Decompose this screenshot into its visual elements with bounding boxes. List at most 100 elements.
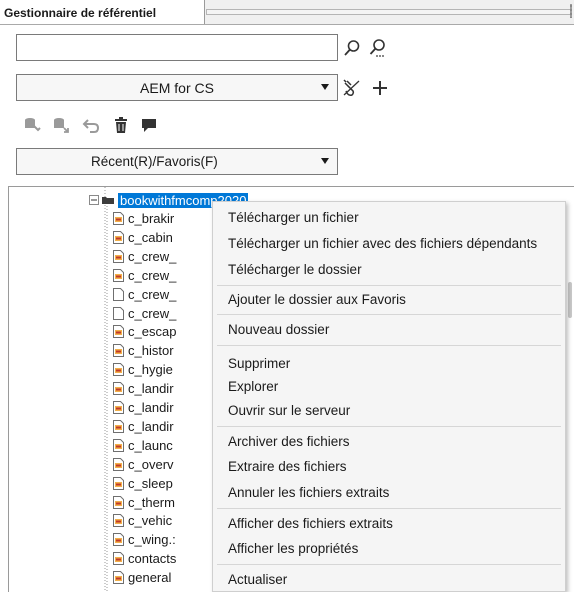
filter-select[interactable]: Récent(R)/Favoris(F): [16, 148, 338, 175]
tree-file-row[interactable]: c_crew_: [113, 267, 176, 283]
comment-button[interactable]: [138, 114, 160, 136]
tree-file-label: c_landir: [128, 399, 174, 415]
ditamap-file-icon: [113, 457, 124, 471]
magnifier-icon: [344, 40, 360, 56]
tree-file-row[interactable]: c_histor: [113, 342, 174, 358]
ditamap-file-icon: [113, 324, 124, 338]
advanced-search-button[interactable]: [367, 37, 389, 59]
menu-item-download-with-dependents[interactable]: Télécharger un fichier avec des fichiers…: [228, 236, 537, 251]
menu-item-open-on-server[interactable]: Ouvrir sur le serveur: [228, 403, 350, 418]
menu-separator: [217, 564, 561, 565]
tree-scrollbar-thumb[interactable]: [568, 282, 572, 318]
ditamap-file-icon: [113, 249, 124, 263]
tree-file-row[interactable]: c_wing.:: [113, 531, 176, 547]
tree-file-label: c_crew_: [128, 267, 177, 283]
tree-file-row[interactable]: c_landir: [113, 399, 174, 415]
tree-file-row[interactable]: c_landir: [113, 380, 174, 396]
chevron-down-icon: [321, 158, 329, 164]
tree-file-label: contacts: [128, 550, 177, 566]
tree-file-row[interactable]: c_crew_: [113, 286, 176, 302]
add-connection-button[interactable]: [369, 77, 391, 99]
tree-file-row[interactable]: c_crew_: [113, 305, 176, 321]
tree-file-row[interactable]: general: [113, 569, 171, 585]
chevron-down-icon: [321, 84, 329, 90]
connection-select-value: AEM for CS: [140, 79, 214, 96]
disconnect-button[interactable]: [341, 77, 363, 99]
tree-file-row[interactable]: c_landir: [113, 418, 174, 434]
menu-item-download-file[interactable]: Télécharger un fichier: [228, 210, 359, 225]
filter-select-value: Récent(R)/Favoris(F): [91, 154, 218, 169]
ditamap-file-icon: [113, 551, 124, 565]
tree-file-label: c_therm: [128, 494, 175, 510]
ditamap-file-icon: [113, 532, 124, 546]
menu-item-cancel-checkout[interactable]: Annuler les fichiers extraits: [228, 485, 389, 500]
menu-item-check-in[interactable]: Archiver des fichiers: [228, 434, 350, 449]
ditamap-file-icon: [113, 400, 124, 414]
ditamap-file-icon: [113, 230, 124, 244]
menu-item-add-to-favorites[interactable]: Ajouter le dossier aux Favoris: [228, 292, 406, 307]
menu-separator: [217, 345, 561, 346]
menu-item-new-folder[interactable]: Nouveau dossier: [228, 322, 329, 337]
tree-file-label: c_landir: [128, 380, 174, 396]
tree-file-label: c_overv: [128, 456, 174, 472]
comment-icon: [142, 119, 156, 132]
menu-item-refresh[interactable]: Actualiser: [228, 572, 287, 587]
tabbar-rule: [206, 9, 572, 15]
tree-file-label: c_sleep: [128, 475, 173, 491]
tree-file-row[interactable]: c_cabin: [113, 229, 173, 245]
tree-file-row[interactable]: contacts: [113, 550, 176, 566]
disconnect-plug-icon: [343, 79, 360, 96]
checkout-button[interactable]: [50, 114, 72, 136]
menu-item-properties[interactable]: Afficher les propriétés: [228, 541, 358, 556]
menu-item-delete[interactable]: Supprimer: [228, 356, 290, 371]
folder-icon: [102, 197, 114, 204]
search-button[interactable]: [341, 37, 363, 59]
ditamap-file-icon: [113, 268, 124, 282]
undo-button[interactable]: [80, 114, 102, 136]
menu-separator: [217, 426, 561, 427]
tree-file-row[interactable]: c_crew_: [113, 248, 176, 264]
ditamap-file-icon: [113, 362, 124, 376]
delete-button[interactable]: [110, 114, 132, 136]
menu-item-explore[interactable]: Explorer: [228, 379, 278, 394]
tree-file-row[interactable]: c_escap: [113, 323, 176, 339]
tree-file-row[interactable]: c_therm: [113, 494, 175, 510]
ditamap-file-icon: [113, 211, 124, 225]
ditamap-file-icon: [113, 343, 124, 357]
tree-file-row[interactable]: c_overv: [113, 456, 174, 472]
tree-file-row[interactable]: c_hygie: [113, 361, 173, 377]
ditamap-file-icon: [113, 438, 124, 452]
document-file-icon: [113, 306, 124, 320]
checkin-button[interactable]: [21, 114, 43, 136]
tree-file-label: c_crew_: [128, 286, 177, 302]
document-file-icon: [113, 287, 124, 301]
ditamap-file-icon: [113, 495, 124, 509]
menu-item-check-out[interactable]: Extraire des fichiers: [228, 459, 347, 474]
tree-file-row[interactable]: c_vehic: [113, 512, 172, 528]
menu-item-show-checked-out[interactable]: Afficher des fichiers extraits: [228, 516, 393, 531]
connection-select[interactable]: AEM for CS: [16, 74, 338, 101]
tree-file-row[interactable]: c_brakir: [113, 210, 174, 226]
checkin-icon: [25, 118, 41, 132]
plus-icon: [373, 81, 387, 95]
ditamap-file-icon: [113, 381, 124, 395]
menu-separator: [217, 285, 561, 286]
menu-item-download-folder[interactable]: Télécharger le dossier: [228, 262, 362, 277]
ditamap-file-icon: [113, 419, 124, 433]
tree-file-label: c_vehic: [128, 512, 173, 528]
collapse-toggle-icon[interactable]: [89, 195, 99, 205]
search-input[interactable]: [16, 34, 338, 61]
tree-file-row[interactable]: c_sleep: [113, 475, 173, 491]
tab-repository-manager[interactable]: Gestionnaire de référentiel: [0, 0, 205, 24]
ditamap-file-icon: [113, 513, 124, 527]
trash-icon: [115, 117, 127, 133]
undo-icon: [82, 119, 100, 133]
tree-file-label: c_cabin: [128, 229, 173, 245]
tree-file-label: c_crew_: [128, 305, 177, 321]
ditamap-file-icon: [113, 570, 124, 584]
panel-tabbar: Gestionnaire de référentiel: [0, 0, 574, 25]
tree-file-row[interactable]: c_launc: [113, 437, 173, 453]
magnifier-dots-icon: [369, 39, 385, 57]
tree-file-label: c_brakir: [128, 210, 175, 226]
panel-menu-handle[interactable]: [570, 4, 572, 18]
